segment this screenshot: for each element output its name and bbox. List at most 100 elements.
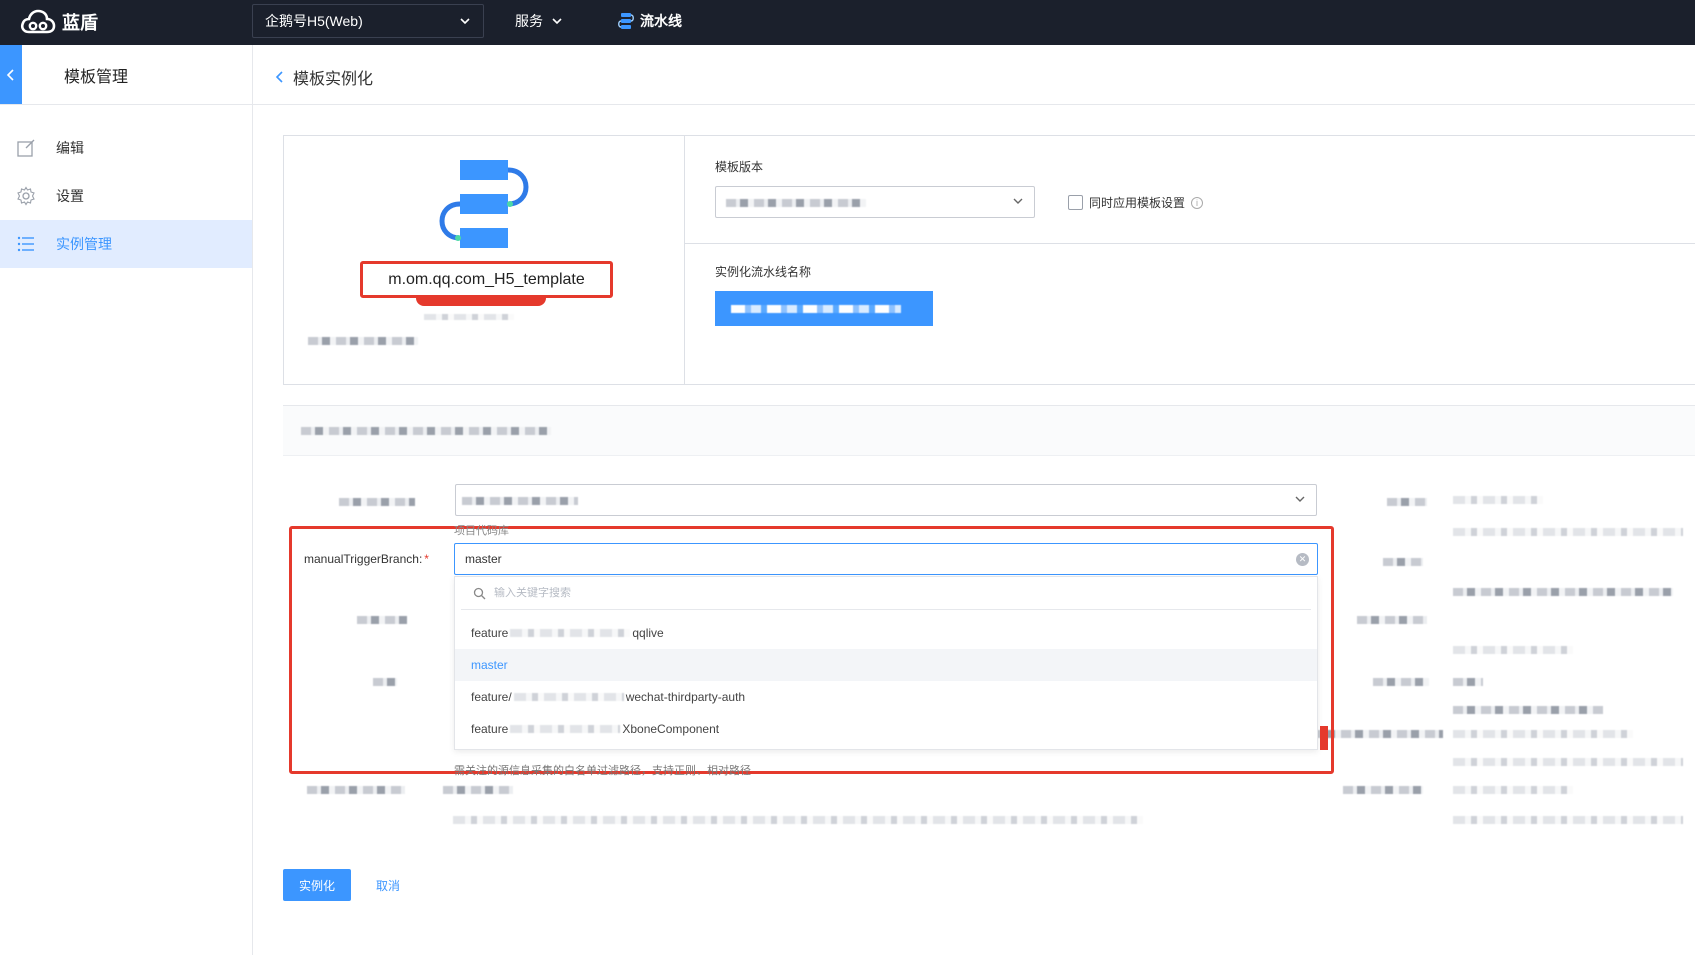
branch-option-prefix: feature [471, 722, 509, 736]
info-icon[interactable]: i [1191, 196, 1204, 209]
required-mark: * [424, 552, 429, 566]
sync-settings-label: 同时应用模板设置 [1089, 196, 1186, 210]
template-preview: m.om.qq.com_H5_template [284, 136, 685, 384]
redacted-text [1387, 498, 1427, 506]
redacted-text [513, 693, 624, 701]
top-navbar: 蓝盾 企鹅号H5(Web) 服务 流水线 [0, 0, 1695, 45]
page-title: 模板实例化 [293, 71, 374, 88]
redacted-text [1453, 496, 1543, 504]
logo-text: 蓝盾 [62, 13, 98, 33]
sync-settings-checkbox[interactable]: 同时应用模板设置 i [1068, 194, 1204, 211]
version-section: 模板版本 同时应用模板设置 i [685, 136, 1695, 244]
cloud-logo-icon [20, 9, 56, 34]
sidebar-item-label: 编辑 [56, 140, 84, 156]
redacted-text [1453, 786, 1573, 794]
chevron-left-icon [275, 71, 283, 83]
annotation-marker [1320, 726, 1328, 750]
sidebar-item-instances[interactable]: 实例管理 [0, 220, 252, 268]
sidebar-collapse-button[interactable] [0, 45, 22, 104]
redacted-text [1373, 678, 1429, 686]
redacted-text [1453, 758, 1683, 766]
redacted-text [1453, 588, 1673, 596]
nav-services-label: 服务 [515, 13, 543, 29]
checkbox-box[interactable] [1068, 195, 1083, 210]
repo-select[interactable] [455, 484, 1317, 516]
branch-label: manualTriggerBranch: * [304, 552, 429, 566]
sidebar-item-label: 设置 [56, 188, 84, 204]
nav-services[interactable]: 服务 [515, 11, 563, 31]
sidebar-item-edit[interactable]: 编辑 [0, 124, 252, 172]
branch-option-suffix: qqlive [632, 626, 664, 640]
dropdown-search-input[interactable] [494, 587, 1094, 599]
redacted-text [339, 498, 415, 506]
branch-input[interactable]: master ✕ [454, 543, 1318, 575]
instance-name-label: 实例化流水线名称 [715, 265, 812, 279]
sidebar-divider [0, 104, 253, 105]
clear-icon[interactable]: ✕ [1296, 553, 1309, 566]
redacted-text [731, 305, 901, 313]
branch-option[interactable]: feature/ wechat-thirdparty-auth [455, 681, 1317, 713]
redacted-text [510, 629, 631, 637]
redacted-text [1453, 730, 1633, 738]
project-select[interactable]: 企鹅号H5(Web) [252, 4, 484, 38]
chevron-down-icon [460, 18, 470, 25]
instance-name-input[interactable] [715, 291, 933, 326]
branch-option-selected[interactable]: master [455, 649, 1317, 681]
chevron-down-icon [552, 18, 562, 25]
search-icon [473, 587, 486, 599]
nav-pipeline[interactable]: 流水线 [618, 11, 682, 31]
sidebar-item-settings[interactable]: 设置 [0, 172, 252, 220]
template-name: m.om.qq.com_H5_template [360, 261, 613, 298]
list-icon [17, 236, 34, 252]
branch-dropdown: feature qqlive master feature/ wechat-th… [454, 576, 1318, 750]
params-header [283, 406, 1695, 456]
sidebar: 模板管理 编辑 设置 实例管理 [0, 45, 253, 955]
edit-icon [17, 139, 35, 157]
cancel-button[interactable]: 取消 [376, 877, 400, 894]
redacted-text [462, 497, 578, 505]
redacted-text [443, 786, 513, 794]
redacted-text [1343, 786, 1423, 794]
version-label: 模板版本 [715, 160, 764, 174]
branch-option[interactable]: feature qqlive [455, 617, 1317, 649]
redacted-text [424, 314, 514, 320]
chevron-left-icon [6, 68, 14, 81]
gear-icon [17, 186, 35, 206]
branch-option-suffix: wechat-thirdparty-auth [625, 690, 746, 704]
chevron-down-icon [1295, 496, 1305, 502]
template-card: m.om.qq.com_H5_template 模板版本 同时应用模板设置 i … [283, 135, 1695, 385]
redacted-text [308, 337, 418, 345]
redacted-text [1453, 646, 1573, 654]
back-link[interactable]: 模板实例化 [275, 65, 373, 89]
redacted-text [307, 786, 405, 794]
sidebar-item-label: 实例管理 [56, 236, 112, 252]
instantiate-button[interactable]: 实例化 [283, 869, 351, 901]
redacted-text [1453, 816, 1683, 824]
page-header: 模板实例化 [253, 45, 1695, 105]
project-select-value: 企鹅号H5(Web) [265, 13, 363, 29]
branch-option-prefix: master [471, 658, 508, 672]
redacted-text [1453, 678, 1483, 686]
redacted-text [510, 725, 621, 733]
branch-option[interactable]: feature XboneComponent [455, 713, 1317, 745]
redacted-text [453, 816, 1143, 824]
pipeline-icon [618, 13, 634, 29]
pipeline-illustration-icon [439, 160, 529, 248]
redacted-text [1383, 558, 1423, 566]
sidebar-title: 模板管理 [64, 69, 129, 86]
redacted-text [1453, 528, 1683, 536]
branch-input-value: master [465, 552, 502, 566]
branch-option-prefix: feature [471, 626, 509, 640]
nav-pipeline-label: 流水线 [640, 13, 682, 29]
chevron-down-icon [1013, 198, 1023, 204]
redacted-text [1357, 616, 1427, 624]
path-hint: 需关注的源信息采集的白名单过滤路径，支持正则、相对路径 [454, 765, 751, 777]
redacted-text [301, 427, 551, 435]
dropdown-search [461, 577, 1311, 610]
redacted-text [726, 199, 866, 207]
branch-option-prefix: feature/ [471, 690, 512, 704]
branch-label-text: manualTriggerBranch: [304, 552, 423, 566]
version-select[interactable] [715, 186, 1035, 218]
logo[interactable]: 蓝盾 [20, 6, 98, 38]
repo-hint: 项目代码库 [454, 525, 509, 537]
